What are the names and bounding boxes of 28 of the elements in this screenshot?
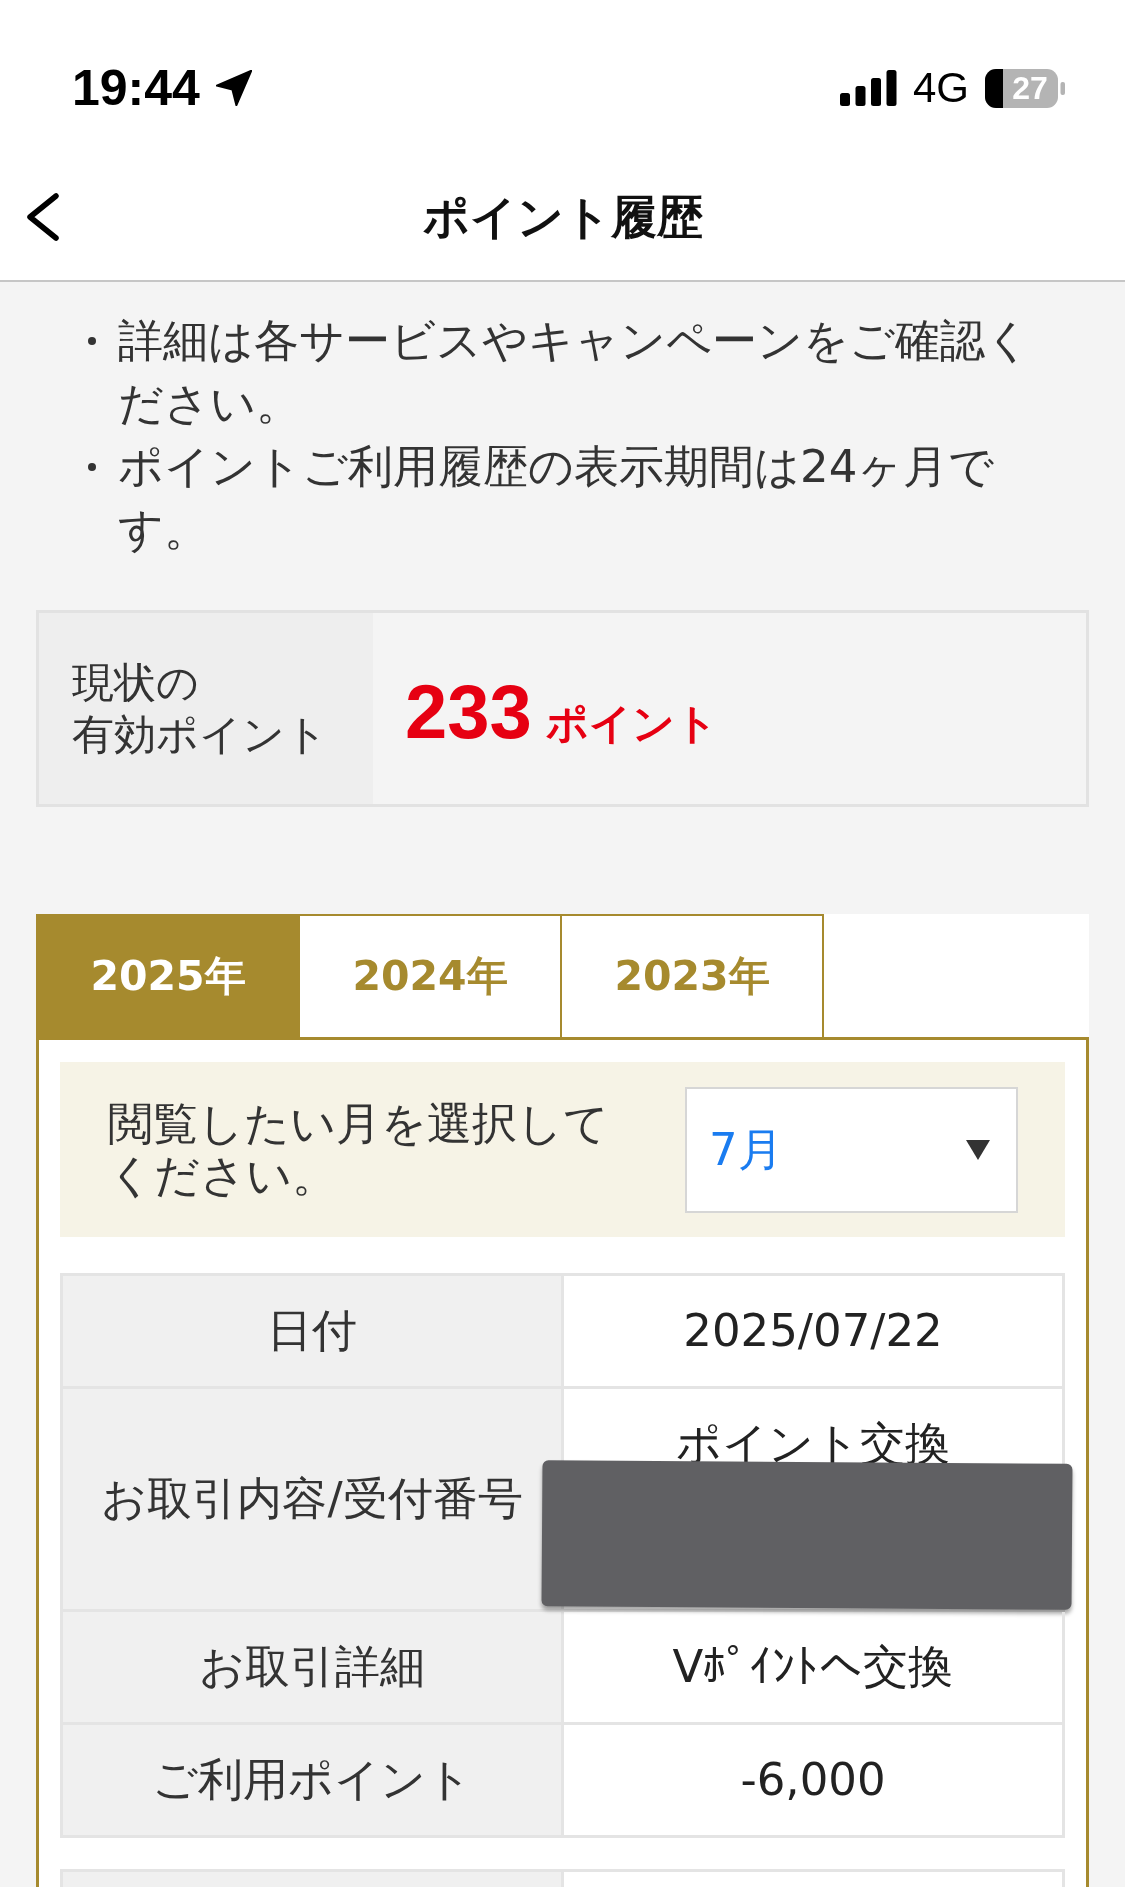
row-header-cell: お取引内容/受付番号	[63, 1389, 564, 1612]
note-text: ポイントご利用履歴の表示期間は24ヶ月です。	[118, 439, 996, 558]
back-button[interactable]	[26, 193, 60, 241]
location-arrow-icon	[215, 70, 252, 106]
cell-value: 2025/07/22	[683, 1303, 943, 1359]
balance-label: 現状の	[72, 656, 199, 709]
row-header-cell: 日付	[63, 1276, 564, 1389]
points-value: 233	[405, 669, 532, 754]
year-tab[interactable]: 2025年	[36, 914, 300, 1037]
note-text: 詳細は各サービスやキャンペーンをご確認ください。	[118, 313, 1032, 432]
dropdown-caret-icon	[966, 1139, 990, 1160]
month-select[interactable]: 7月	[685, 1086, 1018, 1213]
network-type: 4G	[912, 64, 969, 112]
page-title: ポイント履歴	[422, 189, 703, 245]
chevron-left-icon	[26, 193, 60, 241]
month-filter-label: 閲覧したい月を選択してください。	[108, 1097, 610, 1202]
balance-label: 有効ポイント	[72, 708, 328, 761]
row-header-cell: お取引詳細	[63, 1612, 564, 1725]
cell-value: Vﾎﾟｲﾝﾄへ交換	[672, 1639, 954, 1695]
year-tab[interactable]: 2023年	[560, 914, 824, 1037]
row-header-cell: ご利用ポイント	[63, 1725, 564, 1838]
battery-percentage: 27	[1011, 68, 1049, 108]
points-unit: ポイント	[545, 698, 718, 749]
status-time: 19:44	[72, 60, 200, 116]
bullet-icon	[88, 337, 96, 345]
bullet-icon	[88, 463, 96, 471]
signal-icon	[839, 70, 897, 106]
cell-value: -6,000	[740, 1752, 886, 1808]
